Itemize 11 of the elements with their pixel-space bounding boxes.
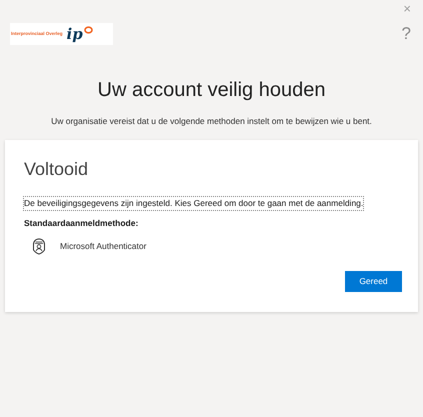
done-button[interactable]: Gereed <box>345 271 402 292</box>
close-button[interactable]: × <box>403 2 411 15</box>
status-message: De beveiligingsgegevens zijn ingesteld. Kies Gereed om door te gaan met de aanmelding. <box>24 196 364 210</box>
lock-person-icon <box>32 238 46 256</box>
page-title: Uw account veilig houden <box>98 78 326 103</box>
method-name: Microsoft Authenticator <box>60 240 146 254</box>
ring-icon <box>84 26 93 34</box>
page-subtitle: Uw organisatie vereist dat u de volgende methoden instelt om te bewijzen wie u bent. <box>51 115 372 128</box>
help-button[interactable]: ? <box>402 25 411 42</box>
default-method-label: Standaardaanmeldmethode: <box>24 216 140 230</box>
card-heading: Voltooid <box>24 158 90 181</box>
